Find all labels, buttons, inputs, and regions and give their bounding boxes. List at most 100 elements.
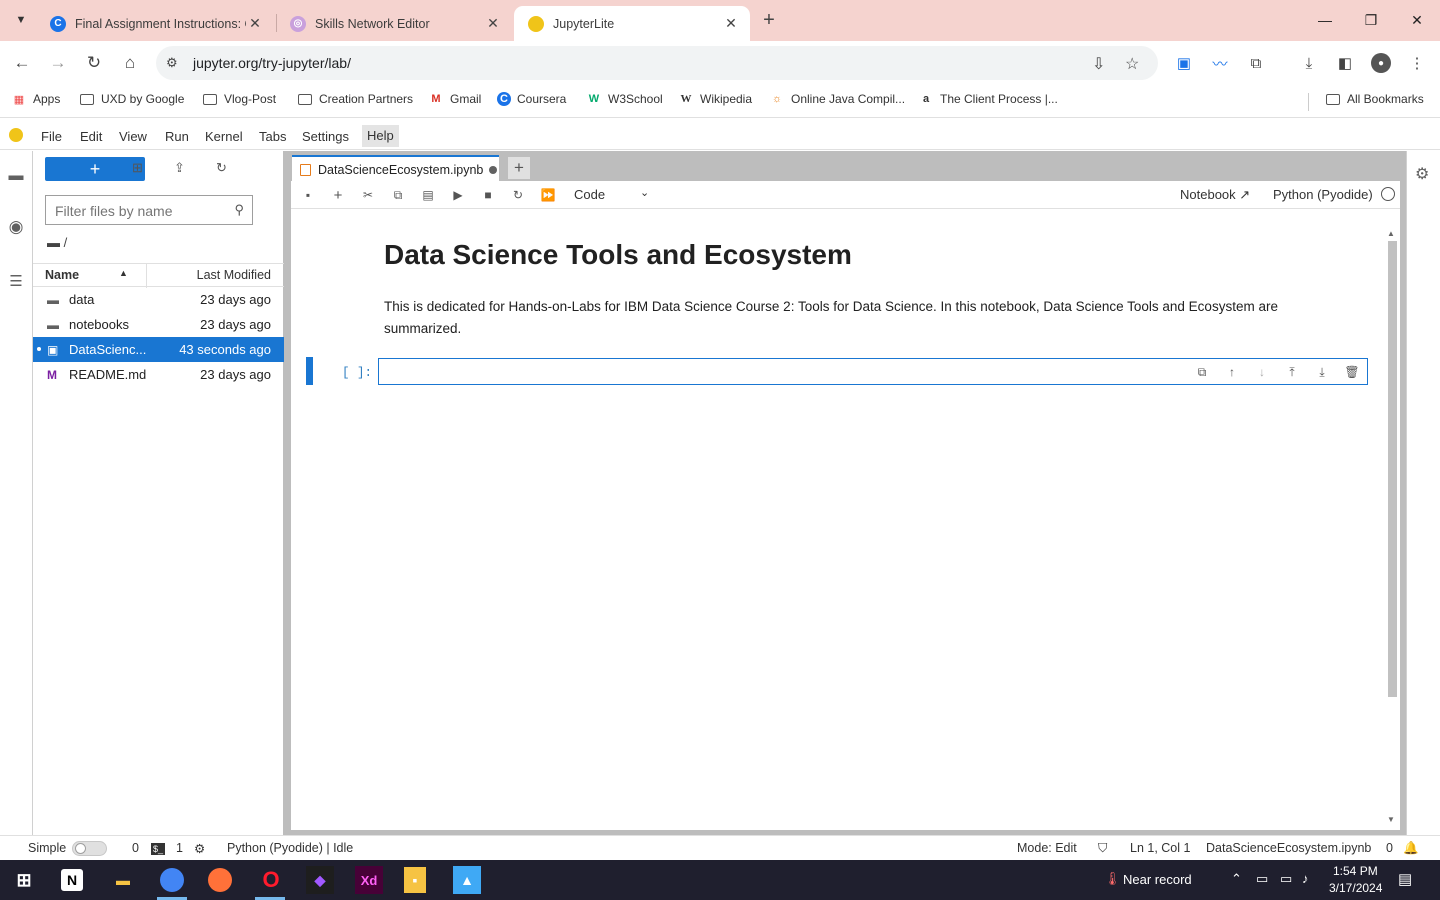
insert-cell-icon[interactable]: + (330, 187, 346, 204)
network-icon[interactable]: ▭ (1280, 871, 1292, 887)
bookmark-java[interactable]: ☼ Online Java Compil... (769, 92, 905, 106)
cell-type-select[interactable]: Code (574, 187, 605, 202)
back-icon[interactable]: ← (10, 51, 34, 75)
menu-tabs[interactable]: Tabs (259, 129, 286, 144)
bookmark-vlog[interactable]: Vlog-Post (202, 92, 276, 106)
close-window-button[interactable]: ✕ (1394, 0, 1440, 40)
bookmark-w3school[interactable]: W W3School (586, 92, 663, 106)
scroll-up-icon[interactable]: ▲ (1387, 229, 1395, 238)
chevron-down-icon[interactable]: ⌄ (640, 186, 649, 199)
menu-file[interactable]: File (41, 129, 62, 144)
run-all-icon[interactable]: ⏩ (540, 187, 556, 203)
active-cell-indicator[interactable] (306, 357, 313, 385)
volume-icon[interactable]: ♪ (1302, 871, 1309, 886)
chevron-up-icon[interactable]: ⌃ (1231, 871, 1242, 887)
property-inspector-gear-icon[interactable]: ⚙ (1415, 164, 1429, 184)
clock-time[interactable]: 1:54 PM (1333, 864, 1378, 878)
notification-center-icon[interactable]: ▤ (1398, 870, 1412, 888)
close-tab-icon[interactable]: ✕ (246, 15, 264, 32)
kernel-gear-icon[interactable]: ⚙ (194, 841, 205, 856)
notion-icon[interactable]: N (61, 869, 83, 891)
bookmark-apps[interactable]: ▦ Apps (11, 92, 61, 106)
bookmark-client-process[interactable]: a The Client Process |... (918, 92, 1058, 106)
bookmark-creation[interactable]: Creation Partners (297, 92, 413, 106)
firefox-icon[interactable] (208, 868, 232, 892)
save-icon[interactable]: ▪ (300, 187, 316, 203)
url-text[interactable]: jupyter.org/try-jupyter/lab/ (193, 55, 351, 71)
new-launcher-button[interactable]: + (45, 157, 145, 181)
browser-menu-icon[interactable]: ⋮ (1407, 53, 1427, 73)
menu-help[interactable]: Help (362, 125, 399, 147)
bookmark-gmail[interactable]: M Gmail (428, 92, 481, 106)
insert-below-icon[interactable]: ⤓ (1313, 363, 1331, 381)
move-down-icon[interactable]: ↓ (1253, 363, 1271, 381)
terminal-icon[interactable]: $_ (151, 843, 166, 855)
notebook-tab[interactable]: DataScienceEcosystem.ipynb (292, 155, 499, 183)
browser-tab-2[interactable]: ◎ Skills Network Editor ✕ (276, 6, 512, 41)
unsaved-indicator-icon[interactable] (489, 166, 498, 174)
profile-avatar[interactable]: ● (1371, 53, 1391, 73)
figma-icon[interactable]: ◆ (306, 866, 334, 894)
run-icon[interactable]: ▶ (450, 187, 466, 203)
stop-icon[interactable]: ■ (480, 187, 496, 203)
copy-icon[interactable]: ⧉ (390, 187, 406, 203)
notebook-scrollbar[interactable]: ▲ ▼ (1386, 227, 1398, 827)
file-row-readme[interactable]: M README.md 23 days ago (33, 362, 284, 387)
menu-edit[interactable]: Edit (80, 129, 102, 144)
side-panel-icon[interactable]: ◧ (1335, 53, 1355, 73)
kernel-status[interactable]: Python (Pyodide) | Idle (227, 841, 353, 855)
column-last-modified[interactable]: Last Modified (197, 268, 271, 282)
minimize-button[interactable]: — (1302, 0, 1348, 40)
menu-kernel[interactable]: Kernel (205, 129, 243, 144)
scrollbar-thumb[interactable] (1388, 241, 1397, 697)
bookmark-uxd[interactable]: UXD by Google (79, 92, 184, 106)
scroll-down-icon[interactable]: ▼ (1387, 815, 1395, 824)
close-tab-icon[interactable]: ✕ (722, 15, 740, 32)
add-tab-button[interactable]: + (508, 157, 530, 179)
trusted-shield-icon[interactable]: ⛉ (1098, 841, 1107, 856)
restore-button[interactable]: ❐ (1348, 0, 1394, 40)
insert-above-icon[interactable]: ⤒ (1283, 363, 1301, 381)
filter-files-input[interactable]: Filter files by name ⚲ (45, 195, 253, 225)
opera-icon[interactable]: O (257, 866, 285, 894)
home-icon[interactable]: ⌂ (118, 51, 142, 75)
move-up-icon[interactable]: ↑ (1223, 363, 1241, 381)
site-info-icon[interactable]: ⚙ (166, 55, 178, 71)
file-explorer-icon[interactable]: ▬ (109, 866, 137, 894)
folder-icon[interactable]: ▬ (6, 165, 26, 185)
simple-mode-toggle[interactable] (72, 841, 107, 856)
bookmark-coursera[interactable]: C Coursera (497, 92, 566, 106)
bookmark-wikipedia[interactable]: W Wikipedia (678, 92, 753, 106)
all-bookmarks[interactable]: All Bookmarks (1325, 92, 1424, 106)
open-notebook-button[interactable]: Notebook ↗ (1180, 187, 1250, 203)
tab-search-button[interactable]: ▼ (9, 8, 33, 32)
menu-run[interactable]: Run (165, 129, 189, 144)
upload-icon[interactable]: ⇪ (174, 160, 185, 176)
photos-icon[interactable]: ▲ (453, 866, 481, 894)
notification-bell-icon[interactable]: 🔔 (1403, 841, 1419, 856)
extension-icon[interactable]: 〰 (1210, 53, 1230, 73)
file-row-data[interactable]: ▬ data 23 days ago (33, 287, 284, 312)
menu-settings[interactable]: Settings (302, 129, 349, 144)
code-cell-editor[interactable]: ⧉ ↑ ↓ ⤒ ⤓ 🗑 (378, 358, 1368, 385)
weather-text[interactable]: Near record (1123, 872, 1192, 887)
restart-icon[interactable]: ↻ (510, 187, 526, 203)
extensions-puzzle-icon[interactable]: ⧉ (1246, 53, 1266, 73)
paste-icon[interactable]: ▤ (420, 187, 436, 203)
duplicate-cell-icon[interactable]: ⧉ (1193, 363, 1211, 381)
table-of-contents-icon[interactable]: ☰ (6, 271, 26, 291)
browser-tab-3[interactable]: JupyterLite ✕ (514, 6, 750, 41)
meet-icon[interactable]: ▭ (1256, 871, 1268, 887)
address-bar[interactable]: ⚙ jupyter.org/try-jupyter/lab/ ⇩ ☆ (156, 46, 1158, 80)
browser-tab-1[interactable]: C Final Assignment Instructions: C ✕ (36, 6, 274, 41)
clock-date[interactable]: 3/17/2024 (1329, 881, 1382, 895)
forward-icon[interactable]: → (46, 51, 70, 75)
column-name[interactable]: Name (45, 268, 79, 282)
adobe-xd-icon[interactable]: Xd (355, 866, 383, 894)
new-tab-button[interactable]: + (758, 9, 780, 31)
cursor-position[interactable]: Ln 1, Col 1 (1130, 841, 1190, 855)
kernel-name[interactable]: Python (Pyodide) (1273, 187, 1373, 202)
extension-icon[interactable]: ▣ (1174, 53, 1194, 73)
running-kernels-icon[interactable]: ◉ (6, 217, 26, 237)
refresh-icon[interactable]: ↻ (216, 160, 227, 176)
